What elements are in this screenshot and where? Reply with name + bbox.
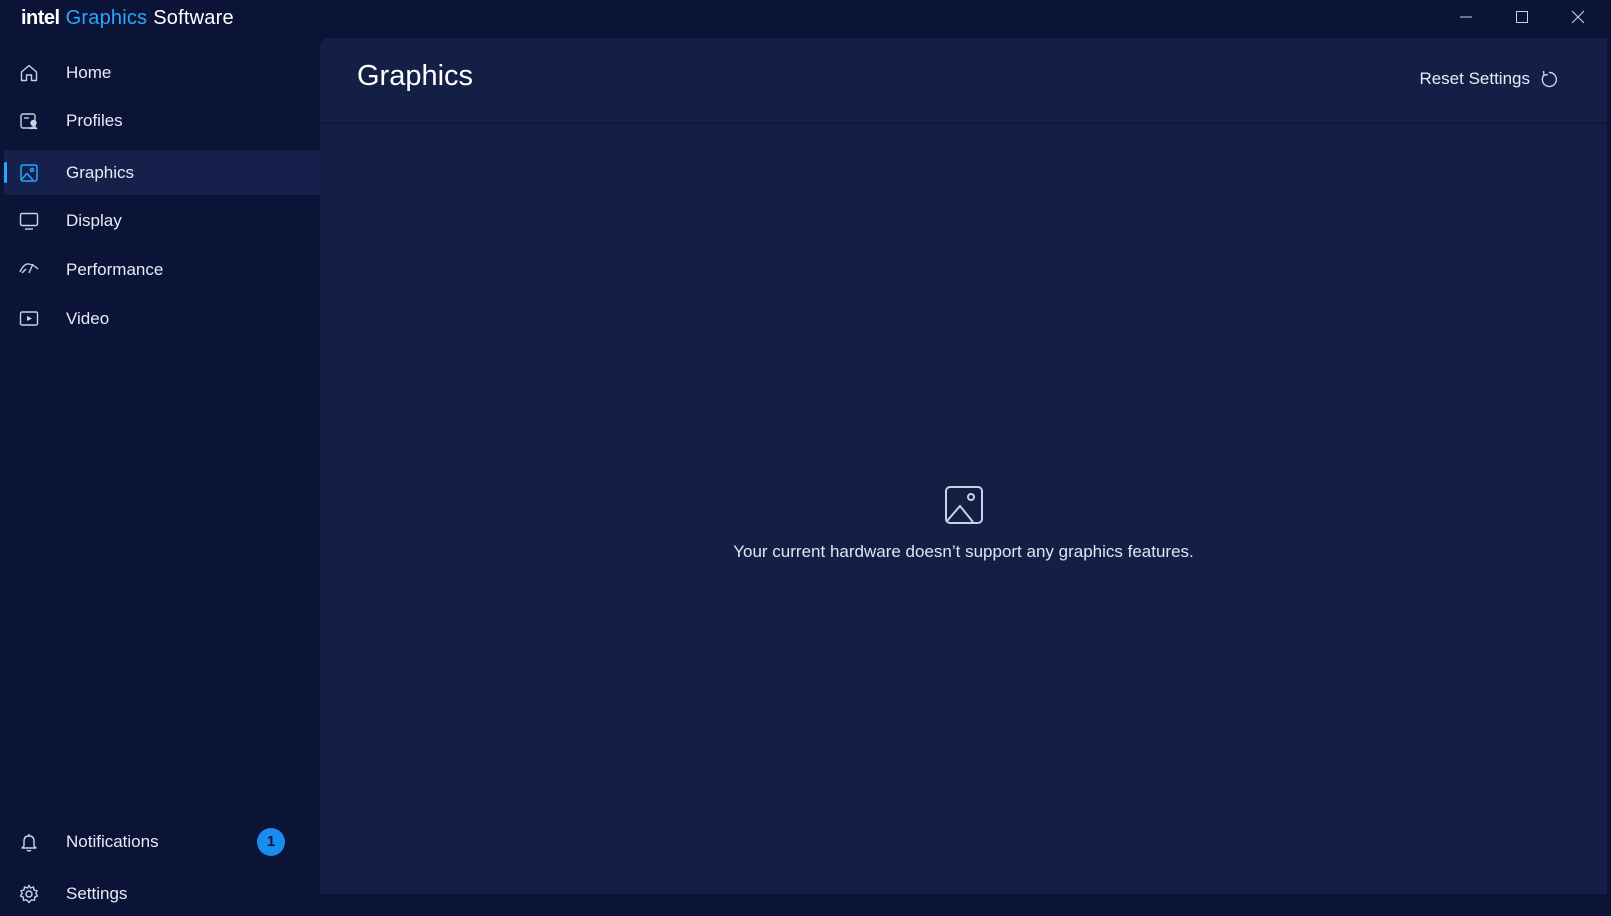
sidebar-item-notifications[interactable]: Notifications 1 <box>4 819 320 864</box>
play-icon <box>18 308 40 330</box>
sidebar-item-profiles[interactable]: Profiles <box>4 98 320 143</box>
reset-icon <box>1541 70 1558 88</box>
sidebar-item-label: Home <box>66 62 112 82</box>
profiles-icon <box>18 110 40 132</box>
title-bar: intel Graphics Software <box>0 0 1611 38</box>
brand-graphics-text: Graphics <box>65 7 148 29</box>
sidebar-item-label: Notifications <box>66 831 159 851</box>
monitor-icon <box>18 210 40 232</box>
sidebar-item-label: Performance <box>66 259 164 279</box>
gauge-icon <box>18 259 40 281</box>
minimize-icon <box>1460 16 1472 18</box>
sidebar: Home Profiles Graphics Display Performan… <box>0 38 320 903</box>
bell-icon <box>18 831 40 853</box>
empty-state: Your current hardware doesn’t support an… <box>320 484 1607 562</box>
sidebar-item-display[interactable]: Display <box>4 198 320 243</box>
sidebar-item-video[interactable]: Video <box>4 296 320 341</box>
home-icon <box>18 62 40 84</box>
page-title: Graphics <box>357 60 474 92</box>
close-button[interactable] <box>1558 4 1598 30</box>
maximize-button[interactable] <box>1502 4 1542 30</box>
brand-intel-logo: intel <box>21 7 60 29</box>
sidebar-item-home[interactable]: Home <box>4 50 320 95</box>
maximize-icon <box>1516 11 1528 23</box>
sidebar-item-label: Profiles <box>66 110 123 130</box>
sidebar-item-performance[interactable]: Performance <box>4 247 320 292</box>
main-panel: Graphics Reset Settings Your current har… <box>320 38 1607 894</box>
image-icon <box>18 162 40 184</box>
empty-state-message: Your current hardware doesn’t support an… <box>733 542 1194 561</box>
image-icon <box>943 484 985 526</box>
notification-count-badge: 1 <box>257 827 285 856</box>
sidebar-item-label: Graphics <box>66 162 135 182</box>
sidebar-item-label: Video <box>66 308 110 328</box>
sidebar-item-graphics[interactable]: Graphics <box>4 150 320 195</box>
scrollbar-track[interactable] <box>1607 38 1611 894</box>
reset-settings-button[interactable]: Reset Settings <box>1419 64 1559 94</box>
page-header: Graphics Reset Settings <box>320 38 1607 124</box>
minimize-button[interactable] <box>1446 4 1486 30</box>
reset-settings-label: Reset Settings <box>1419 69 1530 88</box>
app-brand: intel Graphics Software <box>21 7 234 30</box>
sidebar-item-label: Display <box>66 210 122 230</box>
close-icon <box>1571 10 1585 24</box>
brand-software-text: Software <box>153 7 234 29</box>
